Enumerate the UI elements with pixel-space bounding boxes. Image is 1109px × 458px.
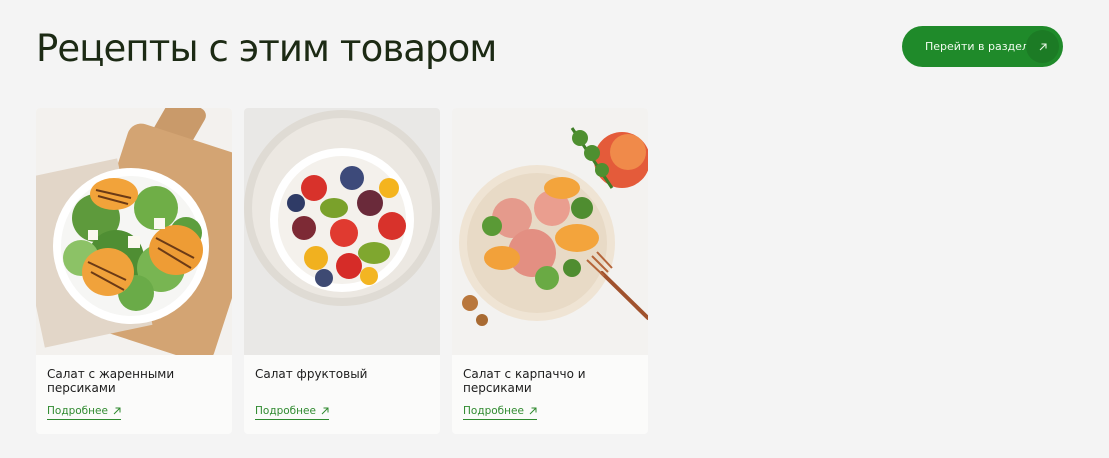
arrow-up-right-icon (321, 407, 329, 415)
more-link-label: Подробнее (463, 405, 524, 417)
section-title: Рецепты с этим товаром (36, 27, 497, 70)
recipe-title: Салат с карпаччо и персиками (463, 367, 586, 395)
arrow-up-right-icon (529, 407, 537, 415)
recipe-title: Салат фруктовый (255, 367, 368, 381)
recipe-title: Салат с жаренными персиками (47, 367, 175, 395)
carpaccio-peach-salad-image (452, 108, 648, 355)
recipe-card[interactable]: Салат с карпаччо и персиками Подробнее (452, 108, 648, 434)
more-link[interactable]: Подробнее (463, 405, 537, 420)
arrow-up-right-icon (1026, 30, 1059, 63)
more-link-label: Подробнее (47, 405, 108, 417)
recipes-section: Рецепты с этим товаром Перейти в раздел (0, 0, 1109, 458)
arrow-up-right-icon (113, 407, 121, 415)
recipe-card[interactable]: Салат с жаренными персиками Подробнее (36, 108, 232, 434)
more-link[interactable]: Подробнее (255, 405, 329, 420)
more-link[interactable]: Подробнее (47, 405, 121, 420)
recipe-card[interactable]: Салат фруктовый Подробнее (244, 108, 440, 434)
more-link-label: Подробнее (255, 405, 316, 417)
grilled-peach-salad-image (36, 108, 232, 355)
fruit-salad-image (244, 108, 440, 355)
go-to-section-button[interactable]: Перейти в раздел (902, 26, 1063, 67)
go-to-section-label: Перейти в раздел (925, 40, 1029, 53)
